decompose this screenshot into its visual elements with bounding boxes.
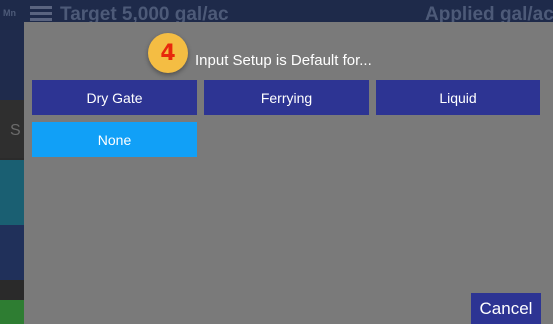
cancel-button[interactable]: Cancel: [471, 293, 541, 324]
option-liquid-button[interactable]: Liquid: [376, 80, 540, 115]
background-side-panel-3: [0, 160, 24, 225]
option-dry-gate-button[interactable]: Dry Gate: [32, 80, 197, 115]
background-side-panel-1: [0, 30, 24, 100]
option-none-button[interactable]: None: [32, 122, 197, 157]
option-ferrying-button[interactable]: Ferrying: [204, 80, 369, 115]
menu-icon: [30, 6, 52, 22]
background-side-letter: S: [10, 122, 21, 139]
background-side-panel-4: [0, 225, 24, 280]
step-number-badge: 4: [148, 33, 188, 73]
background-side-panel-6: [0, 300, 24, 324]
background-side-panel-2: S: [0, 100, 24, 158]
dialog-title: Input Setup is Default for...: [195, 52, 372, 69]
background-mini-label: Mn: [3, 8, 16, 18]
background-side-panel-5: [0, 280, 24, 300]
